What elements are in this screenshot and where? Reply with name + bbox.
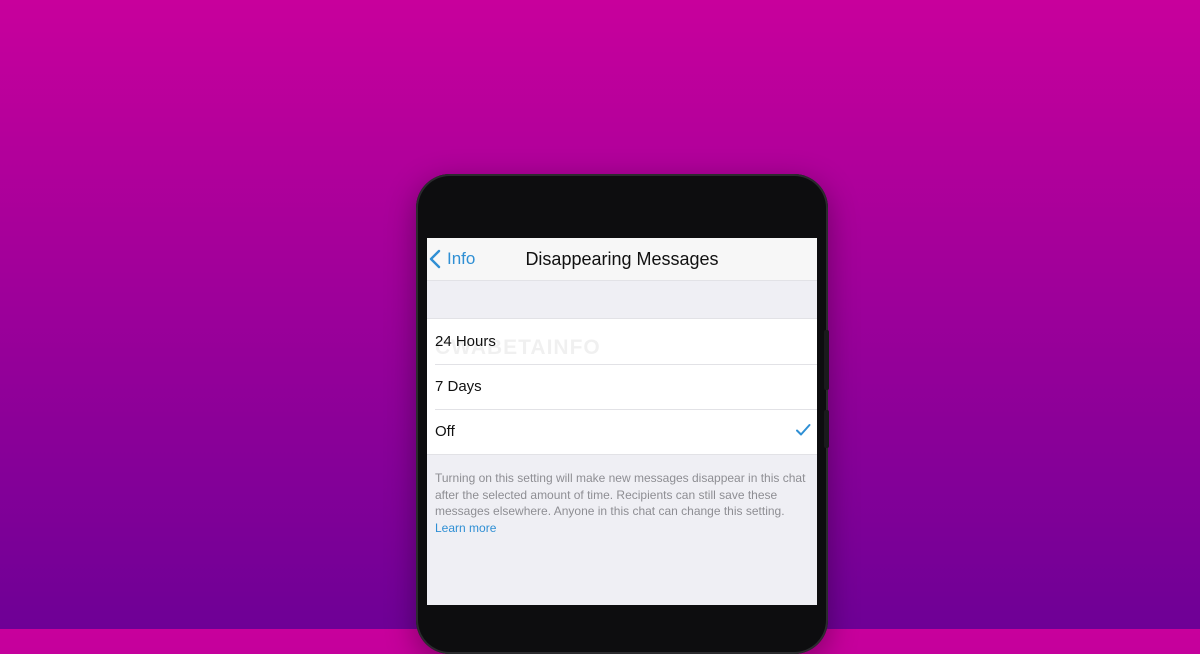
setting-description: Turning on this setting will make new me…	[435, 470, 811, 536]
options-list: 24 Hours CWABETAINFO 7 Days Off	[427, 318, 817, 455]
page-title: Disappearing Messages	[525, 249, 719, 269]
option-off[interactable]: Off	[427, 409, 817, 454]
learn-more-link[interactable]: Learn more	[435, 521, 496, 535]
option-label: 24 Hours	[435, 333, 496, 350]
navigation-bar: Info Disappearing Messages	[427, 238, 817, 281]
option-label: Off	[435, 423, 455, 440]
phone-side-button	[824, 410, 829, 448]
option-label: 7 Days	[435, 378, 482, 395]
checkmark-icon	[796, 424, 811, 436]
page-background: { "navbar": { "back_label": "Info", "tit…	[0, 0, 1200, 654]
phone-screen: Info Disappearing Messages 24 Hours CWAB…	[427, 238, 817, 605]
option-24-hours[interactable]: 24 Hours CWABETAINFO	[427, 319, 817, 364]
option-7-days[interactable]: 7 Days	[427, 364, 817, 409]
description-text: Turning on this setting will make new me…	[435, 471, 806, 518]
phone-side-button	[824, 330, 829, 390]
